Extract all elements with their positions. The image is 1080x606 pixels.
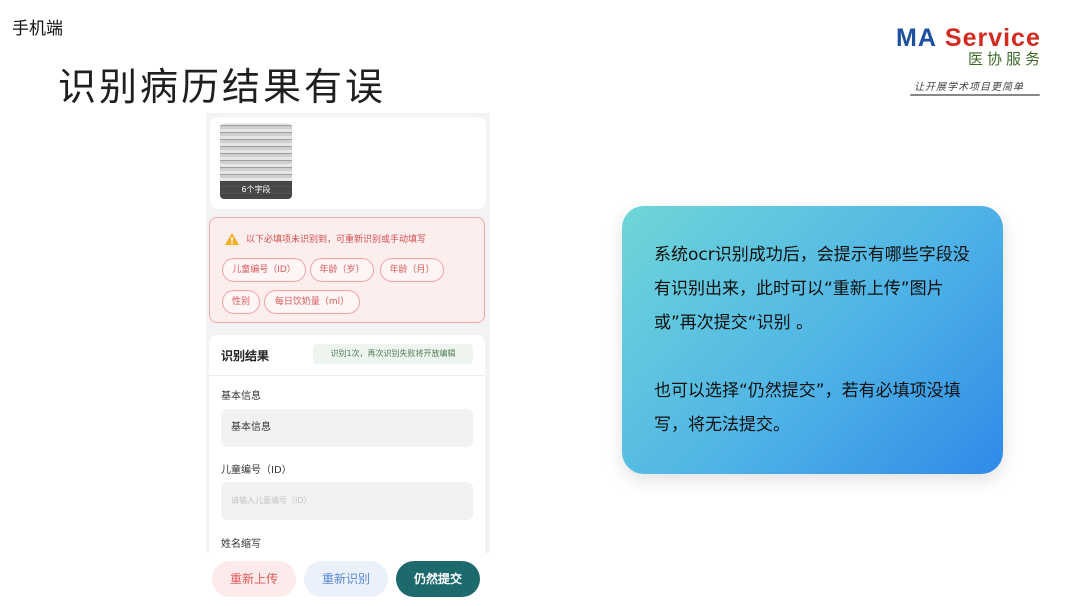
thumbnail-field-count: 6个字段 (220, 181, 292, 199)
basic-info-label: 基本信息 (221, 391, 261, 402)
rerecognize-button[interactable]: 重新识别 (304, 561, 388, 597)
basic-info-field[interactable]: 基本信息 (221, 409, 473, 447)
warning-message: 以下必填项未识别到，可重新识别或手动填写 (246, 235, 427, 245)
logo-underline (910, 94, 1040, 96)
name-initials-label: 姓名缩写 (221, 539, 261, 550)
logo-chinese-name: 医协服务 (968, 50, 1045, 68)
missing-field-chip[interactable]: 年龄（岁） (310, 258, 374, 282)
reupload-button[interactable]: 重新上传 (212, 561, 296, 597)
submit-anyway-button[interactable]: 仍然提交 (396, 561, 480, 597)
recognition-count-badge: 识别1次，再次识别失败将开放编辑 (313, 344, 473, 364)
missing-fields-warning: 以下必填项未识别到，可重新识别或手动填写 儿童编号（ID） 年龄（岁） 年龄（月… (209, 217, 485, 323)
uploaded-image-card: 6个字段 (210, 117, 486, 209)
result-divider (209, 375, 485, 376)
logo-tagline: 让开展学术项目更简单 (914, 82, 1024, 93)
callout-paragraph-2: 也可以选择“仍然提交”，若有必填项没填写，将无法提交。 (654, 381, 961, 435)
phone-screen: 6个字段 以下必填项未识别到，可重新识别或手动填写 儿童编号（ID） 年龄（岁）… (206, 113, 490, 606)
callout-paragraph-1: 系统ocr识别成功后，会提示有哪些字段没有识别出来，此时可以“重新上传”图片或”… (654, 245, 970, 333)
ma-service-logo: MA Service 医协服务 让开展学术项目更简单 (890, 22, 1060, 102)
missing-field-chip[interactable]: 儿童编号（ID） (222, 258, 306, 282)
callout-text: 系统ocr识别成功后，会提示有哪些字段没有识别出来，此时可以“重新上传”图片或”… (654, 238, 974, 442)
missing-field-chip[interactable]: 每日饮奶量（ml） (264, 290, 360, 314)
explanation-callout: 系统ocr识别成功后，会提示有哪些字段没有识别出来，此时可以“重新上传”图片或”… (622, 206, 1003, 474)
child-id-input[interactable]: 请输入儿童编号（ID） (221, 482, 473, 520)
warning-triangle-icon (225, 233, 239, 245)
logo-ma: MA (896, 24, 937, 52)
medical-record-thumbnail[interactable]: 6个字段 (220, 123, 292, 199)
child-id-label: 儿童编号（ID） (221, 465, 292, 476)
slide-title: 识别病历结果有误 (58, 65, 387, 109)
bottom-action-bar: 重新上传 重新识别 仍然提交 (206, 553, 490, 606)
missing-field-chip[interactable]: 性别 (222, 290, 260, 314)
missing-field-chip[interactable]: 年龄（月） (380, 258, 444, 282)
result-title: 识别结果 (221, 349, 270, 363)
slide-section-label: 手机端 (12, 19, 63, 39)
